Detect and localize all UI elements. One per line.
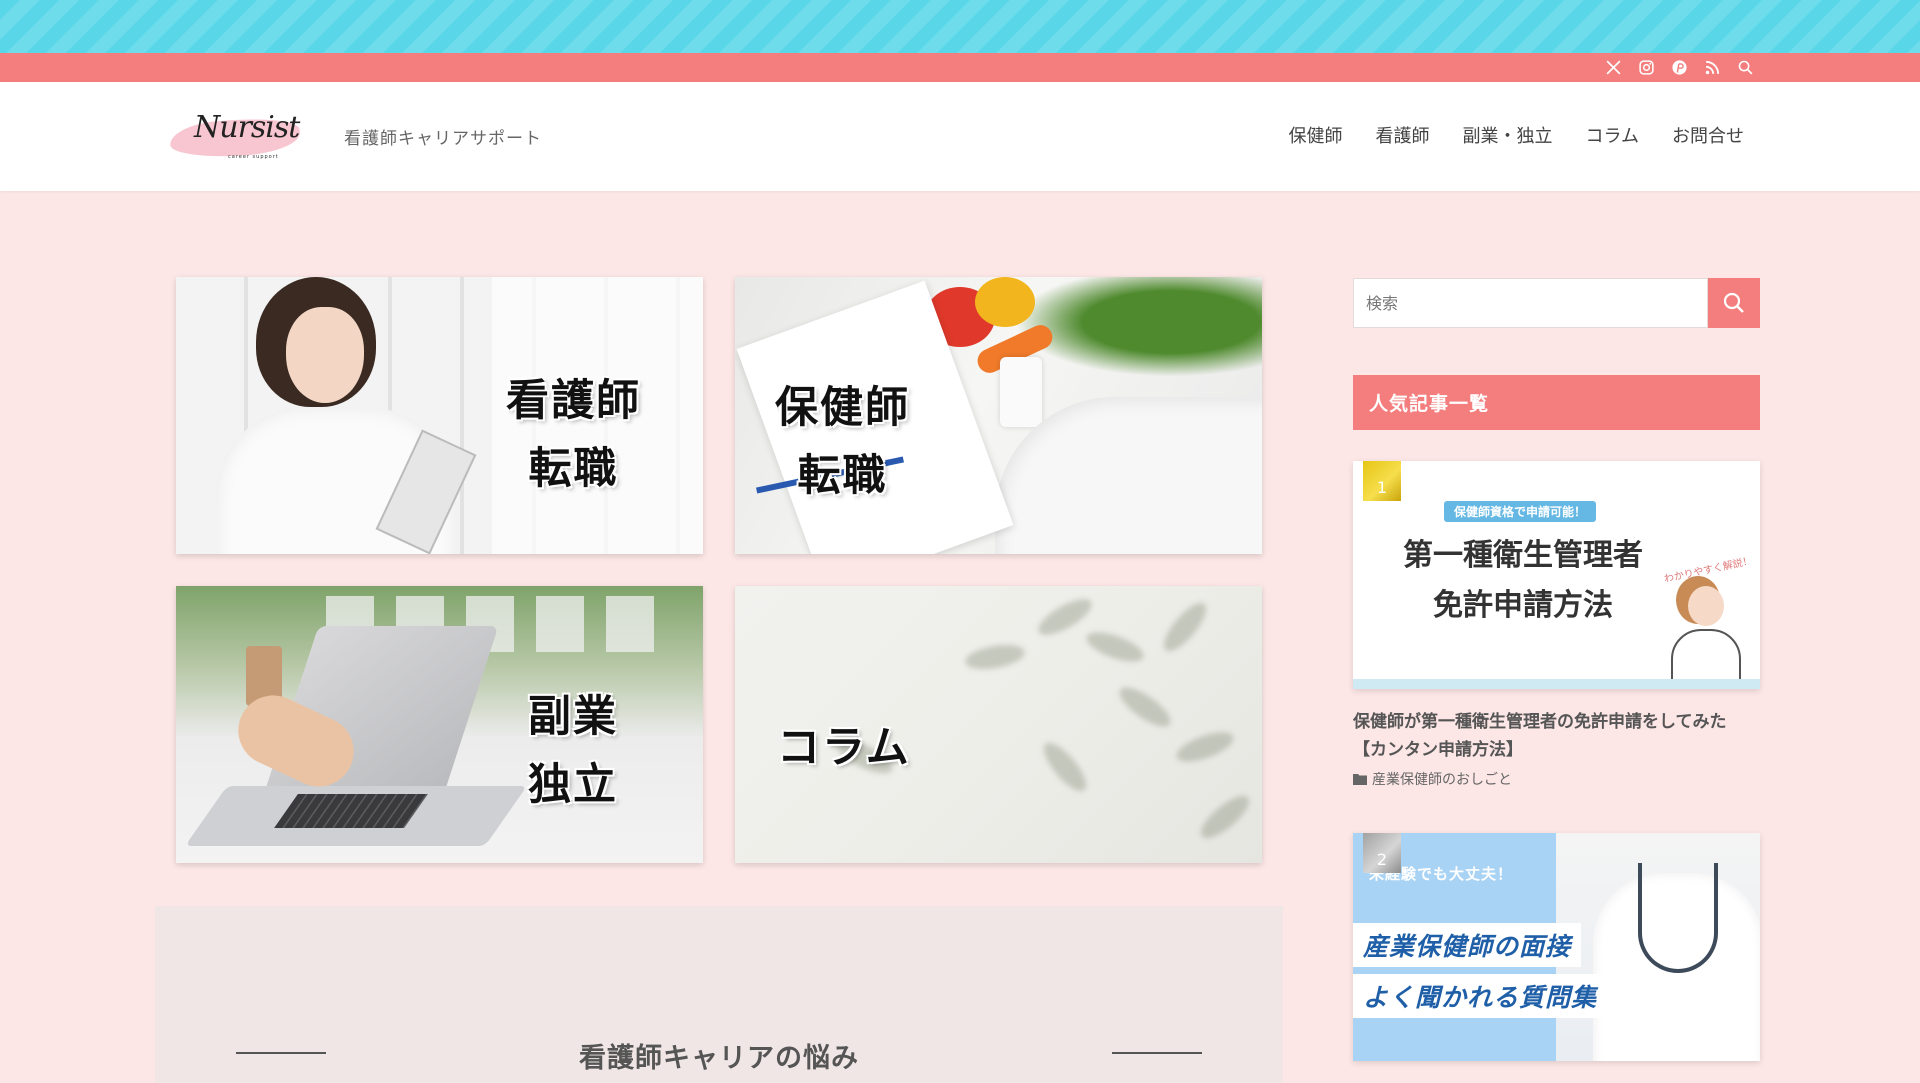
popular-articles-heading: 人気記事一覧 [1353,375,1760,430]
nav-item-column[interactable]: コラム [1586,122,1639,148]
card-label-line: コラム [777,723,911,773]
search-icon[interactable] [1737,59,1754,76]
search-input[interactable] [1353,278,1708,328]
rank-badge-1: 1 [1363,461,1401,501]
illustration-shape [1688,586,1724,626]
pinterest-icon[interactable] [1671,59,1688,76]
photo-shape [1015,277,1262,377]
sidebar-search [1353,278,1760,328]
logo-text: Nursist [194,110,300,145]
instagram-icon[interactable] [1638,59,1655,76]
rss-icon[interactable] [1704,59,1721,76]
card-label-line: 保健師 [775,383,910,433]
photo-shape [1114,680,1176,734]
card-label: コラム [777,714,911,782]
folder-icon [1353,774,1367,785]
category-card-public-health-nurse[interactable]: 保健師 転職 [735,277,1262,554]
x-icon[interactable] [1605,59,1622,76]
card-label: 保健師 転職 [775,374,910,510]
rank-badge-2: 2 [1363,833,1401,873]
logo-subtext: career support [228,154,279,160]
popular-article-1-thumbnail[interactable]: 1 保健師資格で申請可能！ 第一種衛生管理者 免許申請方法 わかりやすく解説！ [1353,461,1760,689]
site-header: Nursist career support 看護師キャリアサポート 保健師 看… [0,82,1920,191]
search-icon [1723,292,1744,313]
main-nav: 保健師 看護師 副業・独立 コラム お問合せ [1289,122,1744,148]
card-label-line: 看護師 [506,376,641,426]
card-label: 副業 独立 [528,683,618,819]
card-label-line: 副業 [528,692,618,742]
career-worries-section: 看護師キャリアの悩み [155,906,1283,1083]
thumbnail-title-line: よく聞かれる質問集 [1353,974,1608,1018]
card-label-line: 独立 [528,760,618,810]
nav-item-nurse[interactable]: 看護師 [1376,122,1430,148]
thumbnail-bottom-band [1353,679,1760,689]
photo-shape [1000,357,1042,427]
top-decor-band [0,0,1920,53]
social-bar [0,53,1920,82]
photo-shape [1157,596,1213,658]
photo-shape [1173,726,1237,768]
nav-item-public-health-nurse[interactable]: 保健師 [1289,122,1343,148]
photo-shape [1638,863,1718,973]
section-title: 看護師キャリアの悩み [579,1043,859,1074]
site-logo[interactable]: Nursist career support [168,104,304,172]
photo-shape [1194,789,1256,845]
photo-shape [975,277,1035,327]
photo-shape [963,640,1027,674]
category-label: 産業保健師のおしごと [1372,772,1512,788]
photo-shape [274,794,428,828]
card-label: 看護師 転職 [506,367,641,503]
thumbnail-title-line: 免許申請方法 [1433,588,1613,623]
thumbnail-pill: 保健師資格で申請可能！ [1444,501,1597,522]
photo-shape [1083,626,1147,668]
card-label-line: 転職 [797,451,888,501]
social-icons [1605,53,1754,82]
photo-shape [536,596,584,652]
photo-shape [1037,736,1093,798]
category-card-side-job[interactable]: 副業 独立 [176,586,703,863]
popular-article-1-title[interactable]: 保健師が第一種衛生管理者の免許申請をしてみた【カンタン申請方法】 [1353,708,1760,764]
thumbnail-title-line: 産業保健師の面接 [1353,923,1582,967]
thumbnail-title: 第一種衛生管理者 免許申請方法 [1353,531,1693,631]
category-card-nurse[interactable]: 看護師 転職 [176,277,703,554]
card-label-line: 転職 [528,444,619,494]
site-tagline: 看護師キャリアサポート [344,129,542,149]
card-image [176,586,703,863]
photo-shape [606,596,654,652]
popular-article-1-category[interactable]: 産業保健師のおしごと [1353,769,1512,789]
nav-item-contact[interactable]: お問合せ [1672,122,1744,148]
thumbnail-title-line: 第一種衛生管理者 [1403,538,1643,573]
nav-item-side-job[interactable]: 副業・独立 [1463,122,1553,148]
popular-article-2-thumbnail[interactable]: 2 未経験でも大丈夫！ 産業保健師の面接 よく聞かれる質問集 [1353,833,1760,1061]
search-button[interactable] [1708,278,1760,328]
category-card-column[interactable]: コラム [735,586,1262,863]
photo-shape [286,307,364,403]
